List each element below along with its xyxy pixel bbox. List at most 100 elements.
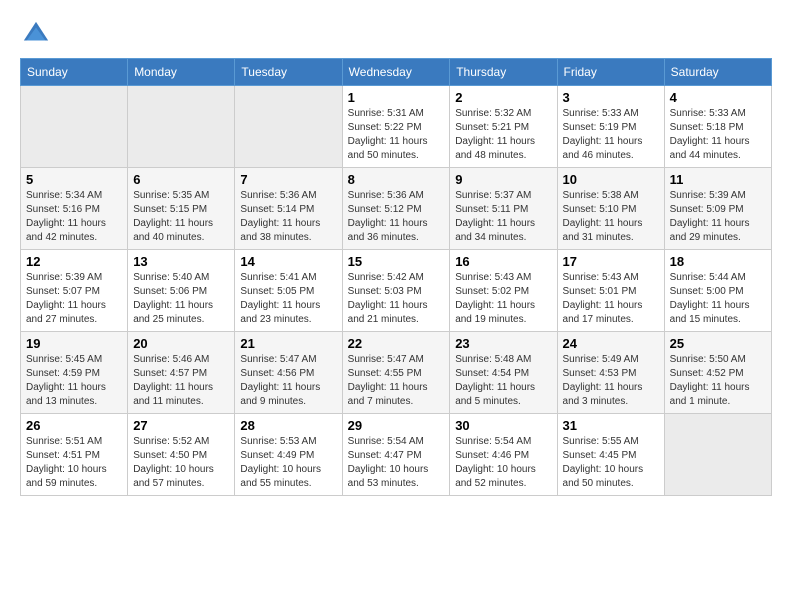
col-header-thursday: Thursday — [450, 59, 557, 86]
calendar-week-2: 5 Sunrise: 5:34 AM Sunset: 5:16 PM Daylig… — [21, 168, 772, 250]
day-number: 19 — [26, 336, 122, 351]
calendar-cell: 16 Sunrise: 5:43 AM Sunset: 5:02 PM Dayli… — [450, 250, 557, 332]
day-info: Sunrise: 5:34 AM Sunset: 5:16 PM Dayligh… — [26, 189, 122, 245]
day-number: 7 — [240, 172, 336, 187]
calendar-cell: 8 Sunrise: 5:36 AM Sunset: 5:12 PM Daylig… — [342, 168, 450, 250]
calendar-cell: 28Sunrise: 5:53 AM Sunset: 4:49 PM Dayli… — [235, 414, 342, 496]
calendar-cell — [21, 86, 128, 168]
day-info: Sunrise: 5:45 AM Sunset: 4:59 PM Dayligh… — [26, 353, 122, 409]
col-header-wednesday: Wednesday — [342, 59, 450, 86]
day-number: 9 — [455, 172, 551, 187]
calendar-table: SundayMondayTuesdayWednesdayThursdayFrid… — [20, 58, 772, 496]
calendar-cell: 4Sunrise: 5:33 AM Sunset: 5:18 PM Daylig… — [664, 86, 771, 168]
header-row: SundayMondayTuesdayWednesdayThursdayFrid… — [21, 59, 772, 86]
day-number: 25 — [670, 336, 766, 351]
day-info: Sunrise: 5:54 AM Sunset: 4:47 PM Dayligh… — [348, 435, 445, 491]
calendar-cell: 10 Sunrise: 5:38 AM Sunset: 5:10 PM Dayli… — [557, 168, 664, 250]
day-number: 24 — [563, 336, 659, 351]
day-info: Sunrise: 5:36 AM Sunset: 5:14 PM Dayligh… — [240, 189, 336, 245]
day-number: 5 — [26, 172, 122, 187]
day-info: Sunrise: 5:55 AM Sunset: 4:45 PM Dayligh… — [563, 435, 659, 491]
day-number: 20 — [133, 336, 229, 351]
col-header-tuesday: Tuesday — [235, 59, 342, 86]
calendar-cell: 12 Sunrise: 5:39 AM Sunset: 5:07 PM Dayli… — [21, 250, 128, 332]
calendar-cell: 19 Sunrise: 5:45 AM Sunset: 4:59 PM Dayli… — [21, 332, 128, 414]
calendar-cell: 26 Sunrise: 5:51 AM Sunset: 4:51 PM Dayli… — [21, 414, 128, 496]
col-header-sunday: Sunday — [21, 59, 128, 86]
calendar-week-5: 26 Sunrise: 5:51 AM Sunset: 4:51 PM Dayli… — [21, 414, 772, 496]
day-info: Sunrise: 5:37 AM Sunset: 5:11 PM Dayligh… — [455, 189, 551, 245]
day-info: Sunrise: 5:39 AM Sunset: 5:07 PM Dayligh… — [26, 271, 122, 327]
calendar-cell: 6Sunrise: 5:35 AM Sunset: 5:15 PM Daylig… — [128, 168, 235, 250]
day-info: Sunrise: 5:41 AM Sunset: 5:05 PM Dayligh… — [240, 271, 336, 327]
day-info: Sunrise: 5:44 AM Sunset: 5:00 PM Dayligh… — [670, 271, 766, 327]
day-number: 2 — [455, 90, 551, 105]
calendar-cell: 22 Sunrise: 5:47 AM Sunset: 4:55 PM Dayli… — [342, 332, 450, 414]
day-info: Sunrise: 5:47 AM Sunset: 4:55 PM Dayligh… — [348, 353, 445, 409]
day-number: 22 — [348, 336, 445, 351]
day-number: 1 — [348, 90, 445, 105]
day-info: Sunrise: 5:39 AM Sunset: 5:09 PM Dayligh… — [670, 189, 766, 245]
day-number: 16 — [455, 254, 551, 269]
day-number: 27 — [133, 418, 229, 433]
col-header-friday: Friday — [557, 59, 664, 86]
col-header-monday: Monday — [128, 59, 235, 86]
calendar-cell: 24Sunrise: 5:49 AM Sunset: 4:53 PM Dayli… — [557, 332, 664, 414]
day-info: Sunrise: 5:43 AM Sunset: 5:02 PM Dayligh… — [455, 271, 551, 327]
calendar-cell: 11 Sunrise: 5:39 AM Sunset: 5:09 PM Dayli… — [664, 168, 771, 250]
day-number: 4 — [670, 90, 766, 105]
calendar-cell: 1 Sunrise: 5:31 AM Sunset: 5:22 PM Daylig… — [342, 86, 450, 168]
day-number: 12 — [26, 254, 122, 269]
calendar-cell — [128, 86, 235, 168]
day-info: Sunrise: 5:38 AM Sunset: 5:10 PM Dayligh… — [563, 189, 659, 245]
calendar-cell: 23 Sunrise: 5:48 AM Sunset: 4:54 PM Dayli… — [450, 332, 557, 414]
calendar-cell: 3Sunrise: 5:33 AM Sunset: 5:19 PM Daylig… — [557, 86, 664, 168]
day-info: Sunrise: 5:48 AM Sunset: 4:54 PM Dayligh… — [455, 353, 551, 409]
calendar-cell — [664, 414, 771, 496]
calendar-cell: 2 Sunrise: 5:32 AM Sunset: 5:21 PM Daylig… — [450, 86, 557, 168]
day-number: 28 — [240, 418, 336, 433]
calendar-cell: 14Sunrise: 5:41 AM Sunset: 5:05 PM Dayli… — [235, 250, 342, 332]
day-number: 11 — [670, 172, 766, 187]
day-number: 17 — [563, 254, 659, 269]
calendar-cell: 15Sunrise: 5:42 AM Sunset: 5:03 PM Dayli… — [342, 250, 450, 332]
page: SundayMondayTuesdayWednesdayThursdayFrid… — [0, 0, 792, 506]
calendar-cell: 30Sunrise: 5:54 AM Sunset: 4:46 PM Dayli… — [450, 414, 557, 496]
calendar-week-4: 19 Sunrise: 5:45 AM Sunset: 4:59 PM Dayli… — [21, 332, 772, 414]
day-info: Sunrise: 5:51 AM Sunset: 4:51 PM Dayligh… — [26, 435, 122, 491]
day-info: Sunrise: 5:47 AM Sunset: 4:56 PM Dayligh… — [240, 353, 336, 409]
col-header-saturday: Saturday — [664, 59, 771, 86]
header — [20, 20, 772, 48]
day-number: 29 — [348, 418, 445, 433]
day-number: 31 — [563, 418, 659, 433]
calendar-cell: 29 Sunrise: 5:54 AM Sunset: 4:47 PM Dayli… — [342, 414, 450, 496]
calendar-cell: 5 Sunrise: 5:34 AM Sunset: 5:16 PM Daylig… — [21, 168, 128, 250]
day-number: 21 — [240, 336, 336, 351]
calendar-cell — [235, 86, 342, 168]
day-info: Sunrise: 5:43 AM Sunset: 5:01 PM Dayligh… — [563, 271, 659, 327]
day-number: 13 — [133, 254, 229, 269]
calendar-cell: 13 Sunrise: 5:40 AM Sunset: 5:06 PM Dayli… — [128, 250, 235, 332]
day-number: 8 — [348, 172, 445, 187]
day-info: Sunrise: 5:35 AM Sunset: 5:15 PM Dayligh… — [133, 189, 229, 245]
calendar-cell: 21 Sunrise: 5:47 AM Sunset: 4:56 PM Dayli… — [235, 332, 342, 414]
day-number: 10 — [563, 172, 659, 187]
day-number: 26 — [26, 418, 122, 433]
day-number: 23 — [455, 336, 551, 351]
day-info: Sunrise: 5:33 AM Sunset: 5:19 PM Dayligh… — [563, 107, 659, 163]
day-info: Sunrise: 5:50 AM Sunset: 4:52 PM Dayligh… — [670, 353, 766, 409]
day-info: Sunrise: 5:32 AM Sunset: 5:21 PM Dayligh… — [455, 107, 551, 163]
day-info: Sunrise: 5:54 AM Sunset: 4:46 PM Dayligh… — [455, 435, 551, 491]
calendar-cell: 31 Sunrise: 5:55 AM Sunset: 4:45 PM Dayli… — [557, 414, 664, 496]
calendar-cell: 27Sunrise: 5:52 AM Sunset: 4:50 PM Dayli… — [128, 414, 235, 496]
day-info: Sunrise: 5:31 AM Sunset: 5:22 PM Dayligh… — [348, 107, 445, 163]
calendar-cell: 17 Sunrise: 5:43 AM Sunset: 5:01 PM Dayli… — [557, 250, 664, 332]
calendar-cell: 18 Sunrise: 5:44 AM Sunset: 5:00 PM Dayli… — [664, 250, 771, 332]
day-info: Sunrise: 5:42 AM Sunset: 5:03 PM Dayligh… — [348, 271, 445, 327]
calendar-cell: 7 Sunrise: 5:36 AM Sunset: 5:14 PM Daylig… — [235, 168, 342, 250]
calendar-cell: 20Sunrise: 5:46 AM Sunset: 4:57 PM Dayli… — [128, 332, 235, 414]
day-info: Sunrise: 5:40 AM Sunset: 5:06 PM Dayligh… — [133, 271, 229, 327]
day-number: 18 — [670, 254, 766, 269]
calendar-week-1: 1 Sunrise: 5:31 AM Sunset: 5:22 PM Daylig… — [21, 86, 772, 168]
day-info: Sunrise: 5:36 AM Sunset: 5:12 PM Dayligh… — [348, 189, 445, 245]
